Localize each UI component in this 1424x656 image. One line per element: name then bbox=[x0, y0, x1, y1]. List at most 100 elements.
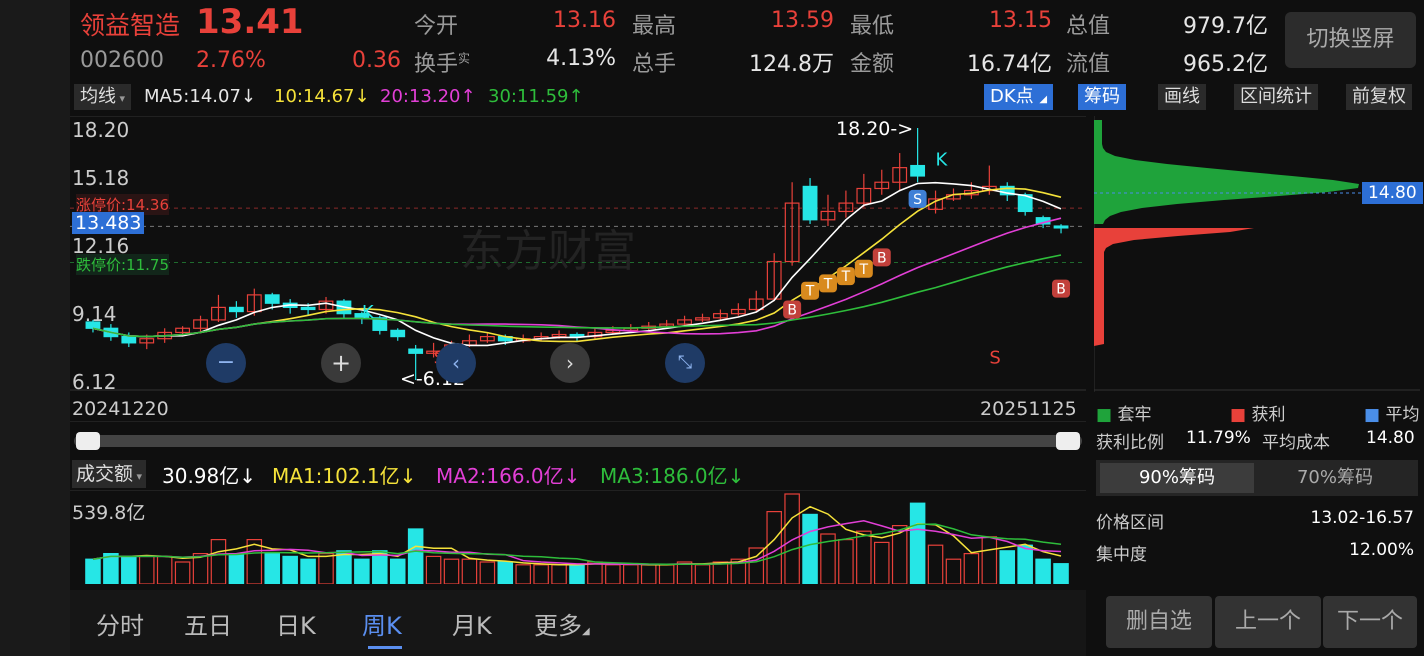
volume-bar bbox=[264, 552, 281, 584]
low-value: 13.15 bbox=[989, 8, 1052, 33]
scroll-left-button[interactable]: ‹ bbox=[436, 343, 476, 383]
y-tick-2: 15.18 bbox=[72, 166, 130, 190]
amount-label: 金额 bbox=[850, 52, 895, 77]
stock-change: 0.36 bbox=[352, 48, 401, 73]
svg-text:S: S bbox=[913, 192, 922, 208]
tab-chips-70[interactable]: 70%筹码 bbox=[1258, 463, 1412, 493]
volume-bar bbox=[658, 564, 675, 584]
volume-indicator-select[interactable]: 成交额 ▾ bbox=[72, 460, 147, 488]
scroll-right-button[interactable]: › bbox=[550, 343, 590, 383]
tab-weekly[interactable]: 周K bbox=[362, 606, 402, 641]
volume-bar bbox=[945, 558, 962, 584]
volume-bar bbox=[515, 564, 531, 584]
watermark: 东方财富 bbox=[460, 226, 636, 277]
tab-chips-90[interactable]: 90%筹码 bbox=[1100, 463, 1254, 493]
adjust-button[interactable]: 前复权 bbox=[1346, 84, 1412, 110]
candle-body bbox=[264, 294, 280, 304]
tab-daily[interactable]: 日K bbox=[276, 606, 316, 641]
volume-ma2: MA2:166.0亿↓ bbox=[436, 464, 581, 488]
remove-watchlist-button[interactable]: 删自选 bbox=[1106, 596, 1212, 648]
y-tick-top: 18.20 bbox=[72, 118, 130, 142]
volume-bar bbox=[927, 544, 944, 584]
volume-chart[interactable] bbox=[70, 490, 1086, 584]
legend-avg: ■ 平均 bbox=[1364, 405, 1420, 425]
tab-more[interactable]: 更多◢ bbox=[534, 606, 590, 641]
low-label: 最低 bbox=[850, 14, 895, 39]
amount-value: 16.74亿 bbox=[967, 52, 1052, 77]
volume-bar bbox=[425, 555, 442, 584]
expand-icon[interactable]: ⤡ bbox=[665, 343, 705, 383]
stock-pct: 2.76% bbox=[196, 48, 266, 73]
profit-ratio-label: 获利比例 bbox=[1096, 433, 1164, 453]
ma10-readout: 10:14.67↓ bbox=[274, 86, 370, 107]
volume-bar bbox=[856, 530, 872, 584]
chips-button[interactable]: 筹码 bbox=[1078, 84, 1126, 110]
switch-portrait-button[interactable]: 切换竖屏 bbox=[1285, 12, 1416, 68]
volume-bar bbox=[605, 564, 621, 584]
profit-ratio-value: 11.79% bbox=[1186, 428, 1251, 448]
volume-bar bbox=[981, 536, 998, 584]
ma20-readout: 20:13.20↑ bbox=[380, 86, 476, 107]
candle-body bbox=[910, 164, 926, 177]
range-slider-left-handle[interactable] bbox=[76, 432, 100, 450]
range-stats-button[interactable]: 区间统计 bbox=[1234, 84, 1318, 110]
tab-monthly[interactable]: 月K bbox=[452, 606, 492, 641]
volume-bar bbox=[694, 564, 711, 584]
volume-bar bbox=[497, 561, 514, 584]
volume-ma1: MA1:102.1亿↓ bbox=[272, 464, 417, 488]
svg-text:T: T bbox=[823, 276, 833, 292]
legend-trapped: ■ 套牢 bbox=[1096, 405, 1152, 425]
volume-bar bbox=[999, 550, 1016, 584]
dropdown-icon: ▾ bbox=[116, 92, 126, 105]
active-tab-indicator bbox=[368, 646, 402, 649]
turnover-label: 换手实 bbox=[414, 51, 471, 77]
tab-five-day[interactable]: 五日 bbox=[184, 606, 232, 641]
volume-bar bbox=[174, 561, 191, 584]
volume-bar bbox=[963, 552, 980, 584]
volume-label: 总手 bbox=[632, 52, 677, 77]
indicator-select[interactable]: 均线 ▾ bbox=[74, 84, 132, 110]
range-slider-right-handle[interactable] bbox=[1056, 432, 1080, 450]
draw-line-button[interactable]: 画线 bbox=[1158, 84, 1206, 110]
stock-name: 领益智造 bbox=[80, 11, 181, 40]
float-value: 965.2亿 bbox=[1183, 52, 1268, 77]
volume-bar bbox=[838, 538, 854, 584]
volume-bar bbox=[389, 558, 406, 584]
sell-signal: S bbox=[989, 348, 1000, 369]
dk-point-button[interactable]: DK点 ◢ bbox=[984, 84, 1054, 110]
price-range-value: 13.02-16.57 bbox=[1310, 508, 1414, 528]
mcap-value: 979.7亿 bbox=[1183, 14, 1268, 39]
volume-bar bbox=[318, 552, 334, 584]
volume-bar bbox=[121, 555, 137, 584]
svg-text:B: B bbox=[787, 302, 797, 318]
volume-bar bbox=[210, 538, 227, 584]
next-stock-button[interactable]: 下一个 bbox=[1323, 596, 1417, 648]
zoom-out-button[interactable]: − bbox=[206, 343, 246, 383]
avg-cost-label: 平均成本 bbox=[1262, 433, 1330, 453]
volume-bar bbox=[909, 502, 926, 584]
price-range-label: 价格区间 bbox=[1096, 513, 1164, 533]
previous-stock-button[interactable]: 上一个 bbox=[1215, 596, 1321, 648]
kline-toolbar: 均线 ▾ MA5:14.07↓ 10:14.67↓ 20:13.20↑ 30:1… bbox=[70, 84, 1424, 112]
zoom-in-button[interactable]: + bbox=[321, 343, 361, 383]
open-label: 今开 bbox=[414, 14, 459, 39]
y-tick-4: 9.14 bbox=[72, 302, 117, 326]
svg-text:B: B bbox=[877, 250, 887, 266]
volume-bar bbox=[282, 555, 298, 584]
date-end: 20251125 bbox=[980, 398, 1077, 420]
open-value: 13.16 bbox=[553, 8, 616, 33]
volume-current: 30.98亿↓ bbox=[162, 464, 257, 488]
volume-bar bbox=[407, 528, 424, 584]
buy-marker: B bbox=[1052, 279, 1071, 298]
candle-body bbox=[802, 185, 818, 221]
turnover-value: 4.13% bbox=[546, 46, 616, 71]
candle-body bbox=[228, 306, 244, 313]
volume-bar bbox=[103, 552, 119, 584]
left-gutter bbox=[0, 0, 70, 656]
volume-bar bbox=[461, 558, 478, 584]
tab-intraday[interactable]: 分时 bbox=[96, 606, 144, 641]
volume-bar bbox=[354, 558, 370, 584]
buy-marker: B bbox=[872, 248, 891, 267]
t-marker: T bbox=[854, 259, 873, 278]
range-slider-track[interactable] bbox=[74, 435, 1082, 447]
